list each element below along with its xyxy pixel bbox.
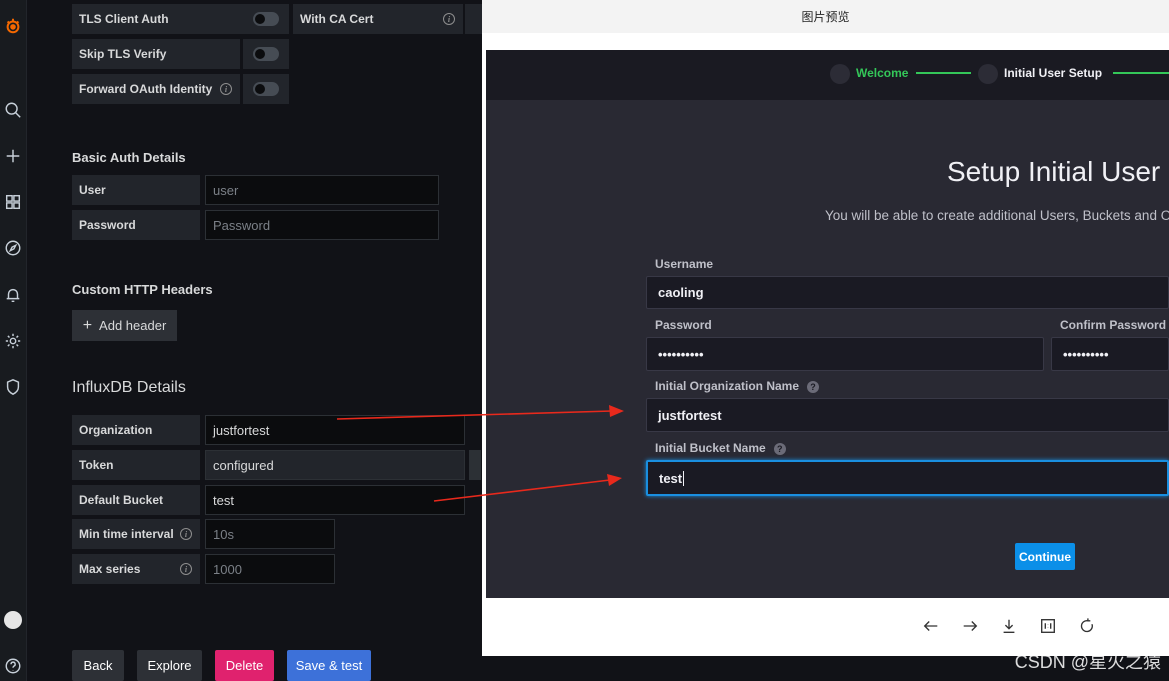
org-name-label: Initial Organization Name? <box>655 379 820 393</box>
setup-heading: Setup Initial User <box>947 156 1161 187</box>
confirm-password-input[interactable]: •••••••••• <box>1051 337 1169 371</box>
preview-titlebar: 图片预览 <box>482 0 1169 33</box>
step-user-setup-label: Initial User Setup <box>1004 66 1103 80</box>
info-icon[interactable]: i <box>443 13 455 25</box>
username-label: Username <box>655 257 714 271</box>
explore-icon[interactable] <box>3 238 23 258</box>
with-ca-cert-label: With CA Cert i <box>293 4 463 34</box>
explore-button[interactable]: Explore <box>137 650 202 681</box>
basic-auth-password-input[interactable]: Password <box>205 210 439 240</box>
basic-auth-user-input[interactable]: user <box>205 175 439 205</box>
alert-bell-icon[interactable] <box>3 285 23 305</box>
default-bucket-input[interactable]: test <box>205 485 465 515</box>
delete-button[interactable]: Delete <box>215 650 274 681</box>
username-input[interactable]: caoling <box>646 276 1169 309</box>
step-connector <box>1113 72 1169 74</box>
info-icon[interactable]: i <box>180 563 192 575</box>
help-icon[interactable] <box>3 656 23 676</box>
step-connector <box>916 72 971 74</box>
skip-tls-verify-label: Skip TLS Verify <box>72 39 240 69</box>
password-label: Password <box>655 318 712 332</box>
setup-form: Setup Initial User You will be able to c… <box>486 100 1169 598</box>
window-title: 图片预览 <box>801 10 850 24</box>
gear-icon[interactable] <box>3 331 23 351</box>
basic-auth-user-label: User <box>72 175 200 205</box>
token-label: Token <box>72 450 200 480</box>
forward-oauth-toggle[interactable] <box>243 74 289 104</box>
dashboards-icon[interactable] <box>3 192 23 212</box>
arrow-right-icon[interactable] <box>960 616 980 636</box>
tls-client-auth-toggle[interactable] <box>243 4 289 34</box>
password-input[interactable]: •••••••••• <box>646 337 1044 371</box>
add-header-button[interactable]: + Add header <box>72 310 177 341</box>
csdn-watermark: CSDN @星火之猿 <box>1014 652 1161 672</box>
info-icon[interactable]: i <box>220 83 232 95</box>
step-user-setup-dot <box>978 64 998 84</box>
default-bucket-label: Default Bucket <box>72 485 200 515</box>
help-circle-icon[interactable]: ? <box>773 442 786 455</box>
left-nav <box>0 0 27 681</box>
text-cursor <box>683 470 685 486</box>
shield-icon[interactable] <box>3 377 23 397</box>
grafana-logo-icon[interactable] <box>3 16 23 36</box>
confirm-password-label: Confirm Password <box>1060 318 1167 332</box>
continue-button[interactable]: Continue <box>1015 543 1075 570</box>
scrollbar[interactable] <box>469 450 481 480</box>
download-icon[interactable] <box>999 616 1019 636</box>
plus-icon: + <box>82 316 93 334</box>
min-time-interval-label: Min time interval i <box>72 519 200 549</box>
user-avatar-icon[interactable] <box>3 610 23 630</box>
influxdb-details-title: InfluxDB Details <box>72 379 186 396</box>
organization-input[interactable]: justfortest <box>205 415 465 445</box>
wizard-progress: Welcome Initial User Setup <box>486 50 1169 100</box>
max-series-input[interactable]: 1000 <box>205 554 335 584</box>
rotate-icon[interactable] <box>1077 616 1097 636</box>
datasource-settings: TLS Client Auth With CA Cert i Skip TLS … <box>27 0 482 681</box>
step-welcome-label: Welcome <box>856 66 909 80</box>
influxdb-setup: Welcome Initial User Setup Setup Initial… <box>486 50 1169 598</box>
with-ca-cert-toggle[interactable] <box>465 4 482 34</box>
step-welcome-dot <box>830 64 850 84</box>
setup-subheading: You will be able to create additional Us… <box>825 208 1169 223</box>
basic-auth-title: Basic Auth Details <box>72 150 186 165</box>
forward-oauth-label: Forward OAuth Identity i <box>72 74 240 104</box>
save-test-button[interactable]: Save & test <box>287 650 371 681</box>
skip-tls-verify-toggle[interactable] <box>243 39 289 69</box>
min-time-interval-input[interactable]: 10s <box>205 519 335 549</box>
custom-headers-title: Custom HTTP Headers <box>72 282 213 297</box>
info-icon[interactable]: i <box>180 528 192 540</box>
max-series-label: Max series i <box>72 554 200 584</box>
bucket-name-label: Initial Bucket Name? <box>655 441 786 455</box>
organization-label: Organization <box>72 415 200 445</box>
token-input[interactable]: configured <box>205 450 465 480</box>
basic-auth-password-label: Password <box>72 210 200 240</box>
arrow-left-icon[interactable] <box>921 616 941 636</box>
image-preview-window: 图片预览 Welcome Initial User Setup Setup In… <box>482 0 1169 656</box>
actual-size-icon[interactable] <box>1038 616 1058 636</box>
org-name-input[interactable]: justfortest <box>646 398 1169 432</box>
bucket-name-input[interactable]: test <box>646 460 1169 496</box>
help-circle-icon[interactable]: ? <box>807 380 820 393</box>
back-button[interactable]: Back <box>72 650 124 681</box>
plus-icon[interactable] <box>3 146 23 166</box>
tls-client-auth-label: TLS Client Auth <box>72 4 267 34</box>
search-icon[interactable] <box>3 100 23 120</box>
